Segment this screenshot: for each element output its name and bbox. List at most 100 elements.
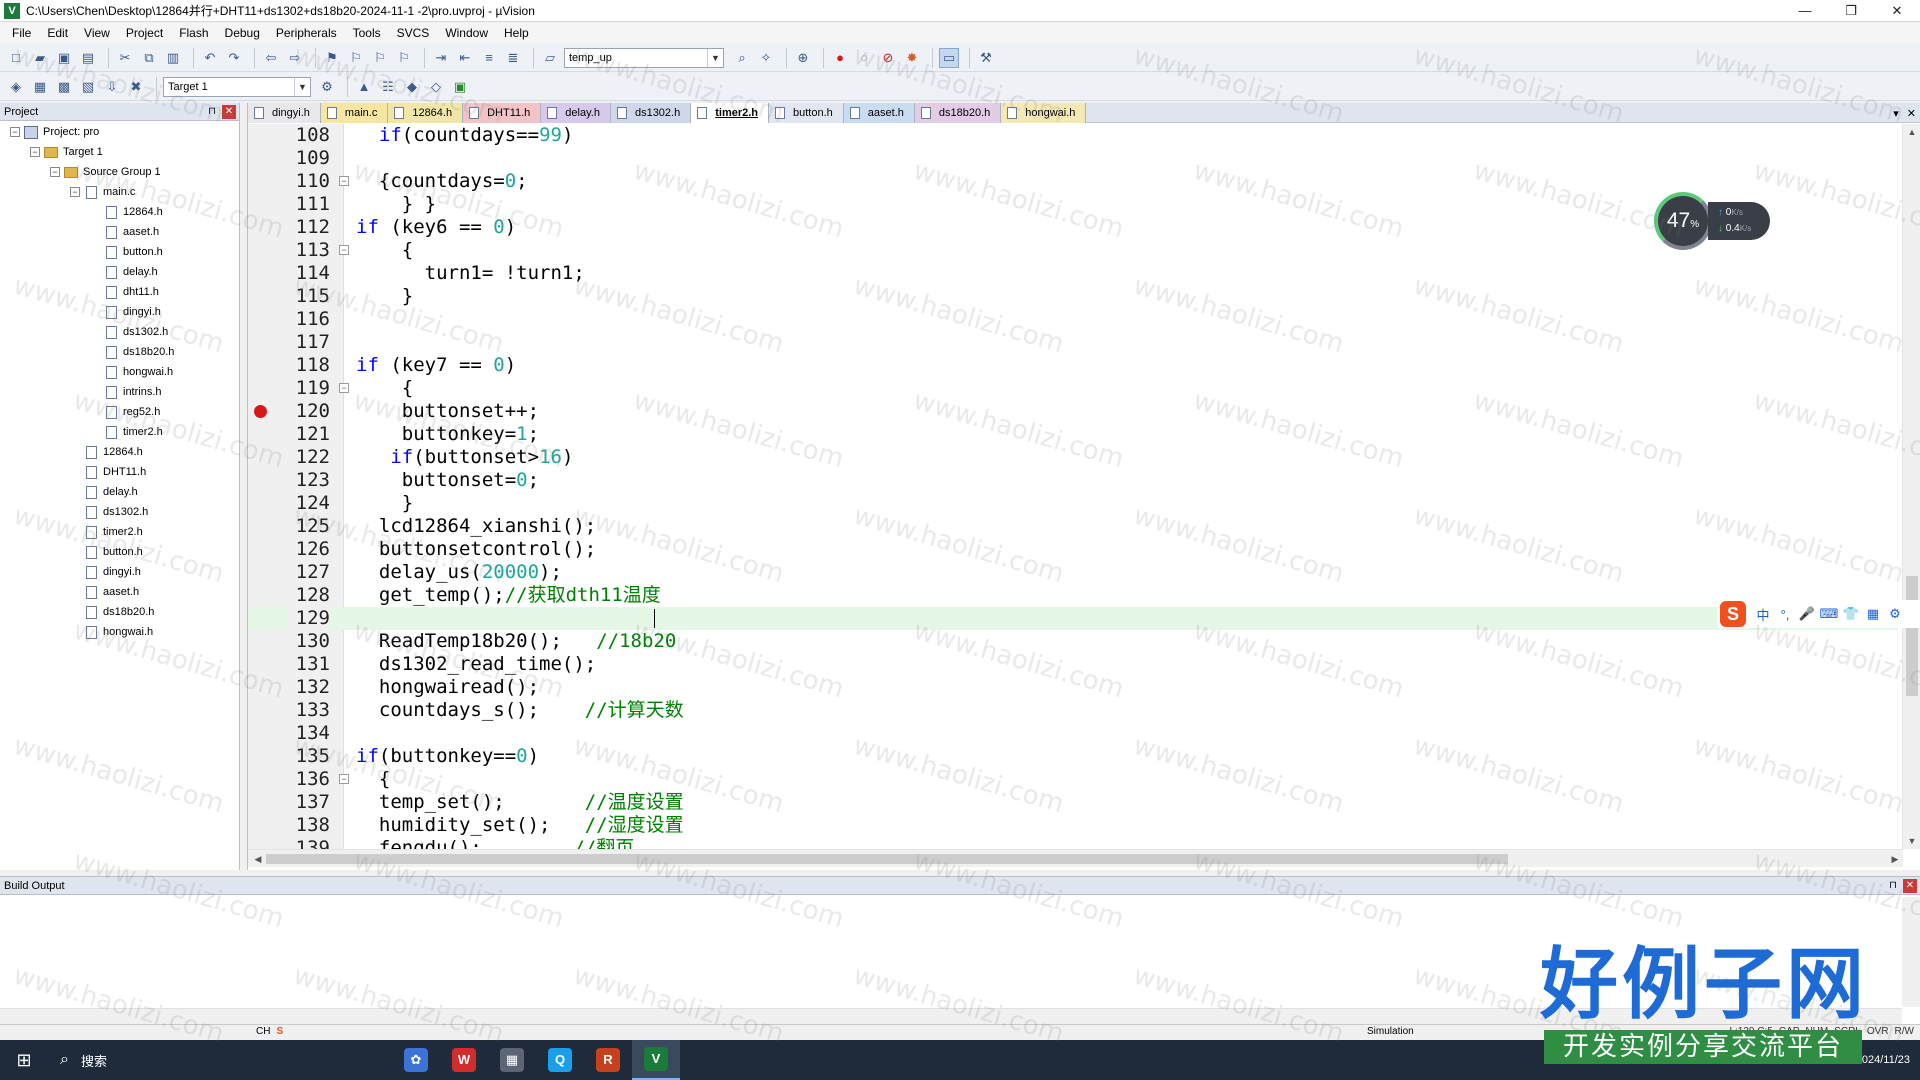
code-line[interactable]: 129	[248, 607, 1898, 630]
ime-settings-icon[interactable]: ⚙	[1884, 606, 1906, 622]
select-packs-icon[interactable]: ▣	[450, 77, 470, 97]
menu-peripherals[interactable]: Peripherals	[268, 23, 345, 43]
tree-item[interactable]: reg52.h	[90, 403, 160, 421]
network-speed-widget[interactable]: 47% ↑ 0K/s ↓ 0.4K/s	[1654, 192, 1772, 250]
taskbar-app-foxit-reader[interactable]: R	[584, 1040, 632, 1080]
taskbar-app-browser[interactable]: Q	[536, 1040, 584, 1080]
stop-build-icon[interactable]: ✖	[126, 77, 146, 97]
menu-window[interactable]: Window	[437, 23, 496, 43]
code-line[interactable]: 123 buttonset=0;	[248, 469, 1898, 492]
collapse-toggle-icon[interactable]: −	[10, 127, 20, 137]
code-line[interactable]: 121 buttonkey=1;	[248, 423, 1898, 446]
breakpoint-disable-icon[interactable]: ○	[854, 48, 874, 68]
code-line[interactable]: 118 if (key7 == 0)	[248, 354, 1898, 377]
tree-item[interactable]: button.h	[70, 543, 143, 561]
unindent-icon[interactable]: ⇤	[455, 48, 475, 68]
undo-icon[interactable]: ↶	[200, 48, 220, 68]
code-line[interactable]: 120 buttonset++;	[248, 400, 1898, 423]
find-icon[interactable]: ⌕	[732, 48, 752, 68]
code-line[interactable]: 115 }	[248, 285, 1898, 308]
find-combo[interactable]: temp_up ▼	[564, 47, 724, 68]
editor-tab[interactable]: hongwai.h	[1001, 103, 1087, 123]
target-options-icon[interactable]: ⚙	[317, 77, 337, 97]
menu-file[interactable]: File	[4, 23, 39, 43]
tree-item[interactable]: − main.c	[70, 183, 135, 201]
bookmark-icon[interactable]: ⚑	[322, 48, 342, 68]
clear-bookmarks-icon[interactable]: ⚐	[394, 48, 414, 68]
prev-bookmark-icon[interactable]: ⚐	[346, 48, 366, 68]
close-tab-icon[interactable]: ✕	[1907, 107, 1916, 120]
incremental-find-icon[interactable]: ✧	[756, 48, 776, 68]
code-line[interactable]: 125 lcd12864_xianshi();	[248, 515, 1898, 538]
tree-item[interactable]: ds1302.h	[90, 323, 168, 341]
skin-icon[interactable]: 👕	[1840, 606, 1862, 622]
new-file-icon[interactable]: □	[6, 48, 26, 68]
scroll-up-icon[interactable]: ▲	[1903, 124, 1920, 140]
tree-item[interactable]: ds18b20.h	[90, 343, 174, 361]
window-layout-icon[interactable]: ▭	[939, 47, 959, 68]
code-line[interactable]: 136− {	[248, 768, 1898, 791]
collapse-toggle-icon[interactable]: −	[70, 187, 80, 197]
code-line[interactable]: 108 if(countdays==99)	[248, 124, 1898, 147]
tree-item[interactable]: 12864.h	[90, 203, 163, 221]
breakpoint-kill-icon[interactable]: ⊘	[878, 48, 898, 68]
build-icon[interactable]: ▦	[30, 77, 50, 97]
microphone-icon[interactable]: 🎤	[1796, 606, 1818, 622]
code-area[interactable]: 108 if(countdays==99) 109 110− {countdays=…	[248, 124, 1898, 849]
taskbar-app-wps-office[interactable]: W	[440, 1040, 488, 1080]
code-line[interactable]: 109	[248, 147, 1898, 170]
chevron-down-icon[interactable]: ▼	[294, 77, 310, 96]
collapse-toggle-icon[interactable]: −	[50, 167, 60, 177]
code-line[interactable]: 126 buttonsetcontrol();	[248, 538, 1898, 561]
save-all-icon[interactable]: ▤	[78, 48, 98, 68]
taskbar-app-keil-uvision[interactable]: V	[632, 1040, 680, 1080]
code-line[interactable]: 135 if(buttonkey==0)	[248, 745, 1898, 768]
tree-item[interactable]: button.h	[90, 243, 163, 261]
taskbar-search[interactable]: ⌕ 搜索	[48, 1040, 378, 1080]
pack-installer-icon[interactable]: ◇	[426, 77, 446, 97]
taskbar-app-calculator[interactable]: ▦	[488, 1040, 536, 1080]
tree-item[interactable]: aaset.h	[70, 583, 139, 601]
code-line[interactable]: 139 fengdu(); //翻页	[248, 837, 1898, 849]
fold-toggle-icon[interactable]: −	[339, 383, 349, 393]
collapse-toggle-icon[interactable]: −	[30, 147, 40, 157]
configure-icon[interactable]: ⚒	[976, 48, 996, 68]
code-line[interactable]: 124 }	[248, 492, 1898, 515]
editor-tab[interactable]: ds18b20.h	[914, 103, 1002, 123]
close-icon[interactable]: ✕	[1903, 878, 1917, 893]
cut-icon[interactable]: ✂	[115, 48, 135, 68]
menu-project[interactable]: Project	[118, 23, 171, 43]
editor-tab[interactable]: main.c	[320, 103, 389, 123]
code-line[interactable]: 111 } }	[248, 193, 1898, 216]
run-time-env-icon[interactable]: ◆	[402, 77, 422, 97]
keyboard-icon[interactable]: ⌨	[1818, 606, 1840, 622]
code-line[interactable]: 117	[248, 331, 1898, 354]
breakpoint-insert-icon[interactable]: ●	[830, 48, 850, 68]
code-line[interactable]: 110− {countdays=0;	[248, 170, 1898, 193]
code-line[interactable]: 116	[248, 308, 1898, 331]
open-file-icon[interactable]: ▰	[30, 48, 50, 68]
scrollbar-thumb[interactable]	[1906, 576, 1918, 696]
code-line[interactable]: 112 if (key6 == 0)	[248, 216, 1898, 239]
debug-zoom-icon[interactable]: ⊕	[793, 48, 813, 68]
code-line[interactable]: 132 hongwairead();	[248, 676, 1898, 699]
menu-help[interactable]: Help	[496, 23, 537, 43]
paste-icon[interactable]: ▥	[163, 48, 183, 68]
uncomment-icon[interactable]: ≣	[503, 48, 523, 68]
target-select[interactable]: Target 1 ▼	[163, 76, 311, 97]
breakpoint-icon[interactable]	[254, 405, 267, 418]
tree-item[interactable]: delay.h	[70, 483, 138, 501]
download-icon[interactable]: ⇩	[102, 77, 122, 97]
next-bookmark-icon[interactable]: ⚐	[370, 48, 390, 68]
breakpoint-all-icon[interactable]: ✸	[902, 48, 922, 68]
copy-icon[interactable]: ⧉	[139, 48, 159, 68]
code-line[interactable]: 127 delay_us(20000);	[248, 561, 1898, 584]
menu-tools[interactable]: Tools	[345, 23, 389, 43]
fold-toggle-icon[interactable]: −	[339, 176, 349, 186]
tree-item[interactable]: ds1302.h	[70, 503, 148, 521]
fold-toggle-icon[interactable]: −	[339, 245, 349, 255]
menu-debug[interactable]: Debug	[217, 23, 268, 43]
code-line[interactable]: 138 humidity_set(); //湿度设置	[248, 814, 1898, 837]
pin-icon[interactable]: ⊓	[205, 105, 219, 119]
code-line[interactable]: 113− {	[248, 239, 1898, 262]
